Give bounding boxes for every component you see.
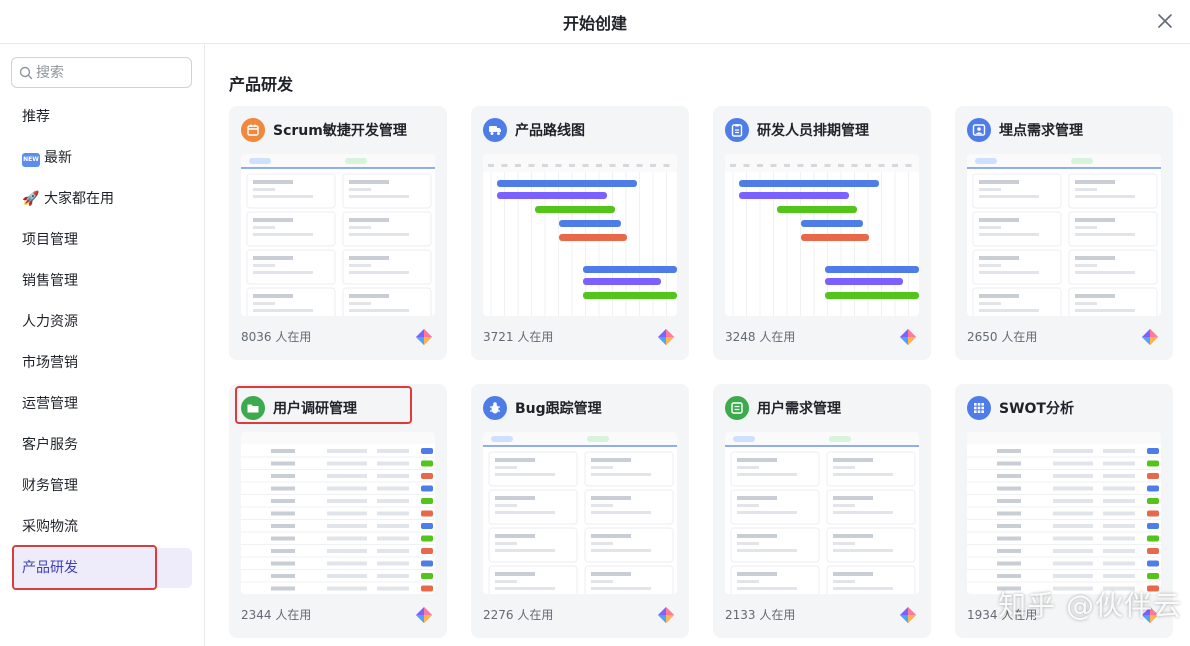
dialog-title: 开始创建	[562, 14, 627, 33]
preview-table	[241, 432, 435, 594]
usage-count: 2650 人在用	[967, 330, 1038, 344]
sidebar-item-hr[interactable]: 人力资源	[12, 302, 192, 342]
bug-icon	[483, 396, 507, 420]
card-title: 埋点需求管理	[999, 123, 1083, 139]
card-title: Scrum敏捷开发管理	[273, 123, 407, 139]
category-sidebar: 推荐 NEW 最新 🚀大家都在用 项目管理 销售管理 人力资源 市场营销 运营管理…	[0, 45, 205, 646]
card-title: SWOT分析	[999, 401, 1074, 417]
sidebar-item-label: 客户服务	[22, 437, 78, 453]
close-icon[interactable]	[1154, 10, 1176, 32]
sidebar-item-sales[interactable]: 销售管理	[12, 261, 192, 301]
sidebar-item-label: 市场营销	[22, 355, 78, 371]
usage-count: 2344 人在用	[241, 608, 312, 622]
template-card-user-demand[interactable]: 用户需求管理 2133 人在用	[713, 384, 931, 638]
brand-logo-icon	[1141, 328, 1159, 346]
sidebar-item-label: 人力资源	[22, 314, 78, 330]
brand-logo-icon	[899, 328, 917, 346]
brand-logo-icon	[657, 328, 675, 346]
card-title: 研发人员排期管理	[757, 123, 869, 139]
template-card-swot[interactable]: SWOT分析 1934 人在用	[955, 384, 1173, 638]
usage-count: 2133 人在用	[725, 608, 796, 622]
grid-icon	[967, 396, 991, 420]
preview-kanban	[725, 432, 919, 594]
template-card-bug-tracking[interactable]: Bug跟踪管理 2276 人在用	[471, 384, 689, 638]
brand-logo-icon	[415, 328, 433, 346]
dialog-header: 开始创建	[0, 0, 1190, 44]
new-badge-icon: NEW	[22, 153, 40, 167]
sidebar-item-project[interactable]: 项目管理	[12, 220, 192, 260]
sidebar-item-label: 财务管理	[22, 478, 78, 494]
usage-count: 3248 人在用	[725, 330, 796, 344]
search-icon	[19, 66, 33, 80]
sidebar-item-marketing[interactable]: 市场营销	[12, 343, 192, 383]
sidebar-item-recommend[interactable]: 推荐	[12, 97, 192, 137]
preview-table	[967, 432, 1161, 594]
sidebar-item-latest[interactable]: NEW 最新	[12, 138, 192, 178]
image-icon	[967, 118, 991, 142]
usage-count: 2276 人在用	[483, 608, 554, 622]
card-title: 用户需求管理	[757, 401, 841, 417]
preview-kanban	[241, 154, 435, 316]
list-icon	[725, 396, 749, 420]
card-title: 产品路线图	[515, 123, 585, 139]
sidebar-item-label: 推荐	[22, 109, 50, 125]
sidebar-item-procurement[interactable]: 采购物流	[12, 507, 192, 547]
template-card-user-research[interactable]: 用户调研管理 2344 人在用	[229, 384, 447, 638]
brand-logo-icon	[657, 606, 675, 624]
card-title: 用户调研管理	[273, 401, 357, 417]
template-card-roadmap[interactable]: 产品路线图 3721 人在用	[471, 106, 689, 360]
search-box[interactable]	[11, 57, 192, 88]
clipboard-icon	[725, 118, 749, 142]
brand-logo-icon	[415, 606, 433, 624]
usage-count: 3721 人在用	[483, 330, 554, 344]
sidebar-item-label: 项目管理	[22, 232, 78, 248]
card-title: Bug跟踪管理	[515, 401, 602, 417]
template-card-scrum[interactable]: Scrum敏捷开发管理 8036 人在用	[229, 106, 447, 360]
sidebar-item-operations[interactable]: 运营管理	[12, 384, 192, 424]
sidebar-item-label: 运营管理	[22, 396, 78, 412]
usage-count: 1934 人在用	[967, 608, 1038, 622]
sidebar-item-finance[interactable]: 财务管理	[12, 466, 192, 506]
folder-icon	[241, 396, 265, 420]
rocket-icon: 🚀	[22, 191, 40, 207]
sidebar-item-label: 大家都在用	[44, 191, 114, 207]
template-gallery: 产品研发 Scrum敏捷开发管理 8036 人在用 产品路线图 3721 人在用…	[206, 45, 1190, 646]
preview-gantt	[725, 154, 919, 316]
usage-count: 8036 人在用	[241, 330, 312, 344]
sidebar-item-popular[interactable]: 🚀 大家都在用	[12, 179, 192, 219]
sidebar-item-label: 销售管理	[22, 273, 78, 289]
brand-logo-icon	[899, 606, 917, 624]
template-card-rd-schedule[interactable]: 研发人员排期管理 3248 人在用	[713, 106, 931, 360]
template-card-tracking[interactable]: 埋点需求管理 2650 人在用	[955, 106, 1173, 360]
preview-gantt	[483, 154, 677, 316]
preview-kanban	[967, 154, 1161, 316]
sidebar-item-product-rd[interactable]: 产品研发	[12, 548, 192, 588]
search-input[interactable]	[36, 63, 186, 83]
brand-logo-icon	[1141, 606, 1159, 624]
preview-kanban	[483, 432, 677, 594]
calendar-icon	[241, 118, 265, 142]
sidebar-item-label: 产品研发	[22, 560, 78, 576]
section-title: 产品研发	[229, 75, 294, 94]
sidebar-item-label: 采购物流	[22, 519, 78, 535]
truck-icon	[483, 118, 507, 142]
sidebar-item-customer-service[interactable]: 客户服务	[12, 425, 192, 465]
sidebar-item-label: 最新	[44, 150, 72, 166]
